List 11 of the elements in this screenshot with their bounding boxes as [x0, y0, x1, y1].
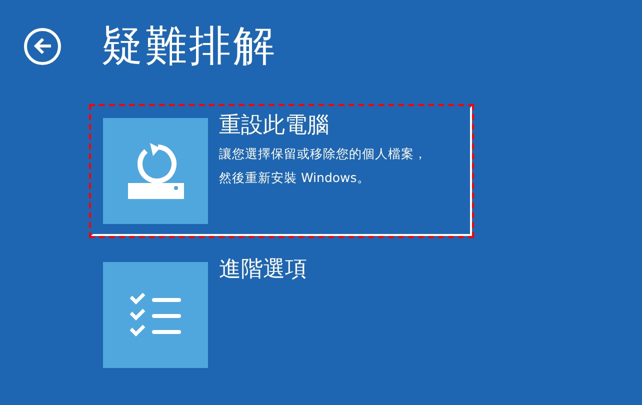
checklist-icon [130, 293, 182, 337]
option-description: 然後重新安裝 Windows。 [219, 169, 371, 187]
page-title: 疑難排解 [101, 20, 277, 72]
option-description: 讓您選擇保留或移除您的個人檔案， [219, 145, 427, 163]
back-arrow-icon [32, 37, 52, 55]
option-title: 進階選項 [219, 256, 307, 284]
option-title: 重設此電腦 [219, 112, 330, 140]
reset-drive-icon [126, 141, 186, 201]
option-item[interactable]: 重設此電腦 讓您選擇保留或移除您的個人檔案， 然後重新安裝 Windows。 [91, 106, 472, 236]
option-item[interactable]: 進階選項 [91, 250, 472, 380]
back-button[interactable] [24, 28, 61, 64]
